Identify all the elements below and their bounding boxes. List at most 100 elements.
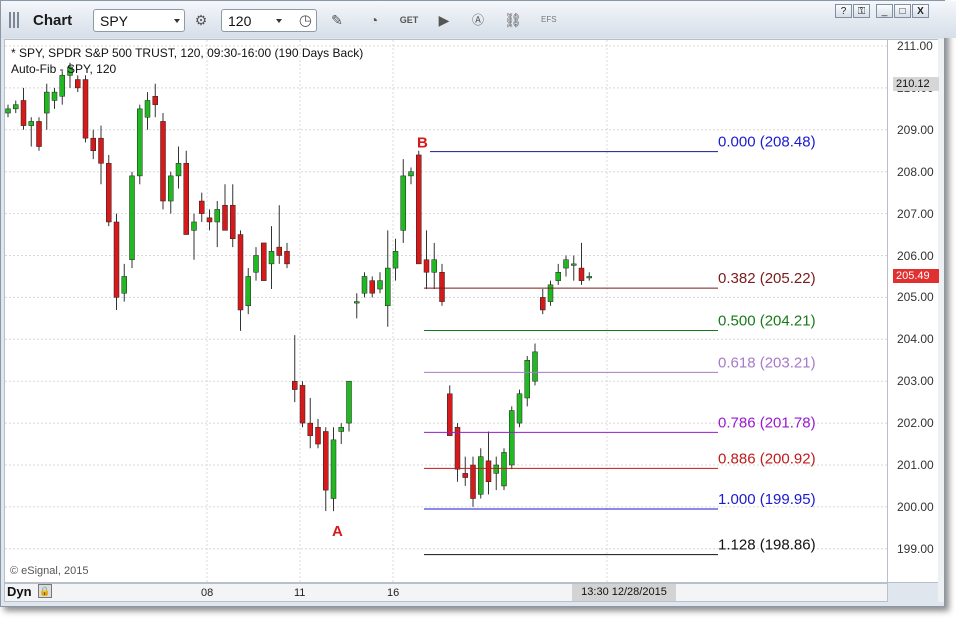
candle-body — [547, 284, 554, 302]
y-tick-label: 207.00 — [897, 206, 934, 221]
candle-body — [13, 104, 19, 110]
candle-body — [509, 410, 515, 466]
y-tick-label: 209.00 — [897, 122, 934, 137]
last-price-tag: 210.12 — [893, 77, 939, 91]
pivot-label-b: B — [417, 135, 428, 152]
candle-body — [20, 100, 27, 126]
candle-body — [563, 259, 569, 269]
candle-body — [175, 163, 182, 177]
candle-body — [516, 393, 523, 424]
candle-body — [276, 246, 282, 256]
candle-body — [478, 456, 484, 495]
candle-body — [59, 75, 65, 97]
candle-body — [578, 267, 585, 281]
candle-body — [392, 251, 399, 269]
candle-body — [36, 121, 42, 147]
y-tick-label: 201.00 — [897, 458, 934, 472]
candle-body — [129, 175, 135, 260]
candle-body — [470, 464, 476, 499]
candle-body — [191, 221, 197, 231]
candle-body — [454, 427, 461, 470]
candle-body — [261, 242, 267, 281]
fib-label: 0.382 (205.22) — [718, 270, 816, 287]
cursor-time-label: 13:30 12/28/2015 — [572, 584, 676, 601]
fib-label: 0.500 (204.21) — [718, 313, 816, 330]
candle-body — [90, 137, 96, 151]
candle-body — [160, 121, 166, 202]
candle-body — [385, 267, 391, 307]
candle-body — [338, 427, 344, 432]
fib-label: 1.128 (198.86) — [718, 537, 816, 554]
current-price-tag: 205.49 — [893, 269, 939, 283]
candle-body — [501, 452, 507, 487]
fib-label: 0.786 (201.78) — [718, 414, 816, 431]
candle-body — [75, 79, 81, 89]
chart-info-symbol: * SPY, SPDR S&P 500 TRUST, 120, 09:30-16… — [11, 46, 364, 60]
candle-body — [423, 259, 430, 273]
candle-body — [106, 163, 112, 223]
chart-info-study: Auto-Fib - SPY, 120 — [11, 62, 117, 76]
candle-body — [447, 393, 453, 436]
candle-body — [230, 204, 236, 239]
candle-body — [222, 204, 228, 231]
candle-body — [555, 272, 561, 281]
pivot-label-a: A — [332, 523, 343, 540]
candle-body — [369, 280, 375, 294]
price-chart: 0.000 (208.48) 0.382 (205.22) 0.500 (204.2… — [5, 40, 887, 582]
candle-body — [284, 251, 290, 265]
y-tick-label: 203.00 — [897, 374, 934, 389]
candle-body — [400, 175, 406, 231]
y-tick-label: 208.00 — [897, 164, 934, 179]
candle-body — [253, 255, 259, 273]
candle-body — [571, 263, 577, 266]
candle-body — [346, 380, 352, 424]
candle-body — [292, 380, 298, 390]
candle-body — [439, 272, 445, 302]
y-tick-label: 204.00 — [897, 332, 934, 347]
candle-body — [361, 276, 368, 294]
candle-body — [152, 96, 158, 105]
candle-body — [5, 108, 11, 114]
candle-body — [183, 163, 189, 235]
x-label: 08 — [201, 587, 214, 599]
candle-body — [354, 301, 360, 304]
candle-body — [199, 200, 205, 214]
lock-icon[interactable]: 🔒 — [38, 584, 52, 598]
y-tick-label: 211.00 — [897, 39, 933, 53]
candle-body — [206, 217, 213, 223]
candle-body — [330, 439, 337, 499]
candle-body — [137, 108, 143, 177]
candle-body — [237, 234, 244, 311]
candle-body — [586, 276, 592, 279]
x-label: 16 — [387, 587, 400, 599]
dyn-label[interactable]: Dyn — [7, 584, 32, 599]
y-tick-label: 200.00 — [897, 499, 934, 514]
candle-body — [299, 385, 306, 424]
candle-body — [307, 422, 313, 436]
candle-body — [214, 209, 220, 223]
candle-body — [168, 175, 174, 202]
y-tick-label: 205.00 — [897, 290, 934, 305]
candle-body — [377, 280, 383, 290]
candle-body — [51, 91, 58, 101]
candle-body — [268, 251, 275, 265]
candle-body — [493, 464, 499, 474]
y-tick-label: 202.00 — [897, 416, 934, 431]
candle-body — [462, 473, 468, 478]
candle-body — [416, 154, 422, 265]
candle-body — [82, 79, 89, 139]
x-label: 11 — [294, 587, 306, 599]
candle-body — [315, 427, 321, 445]
candle-body — [44, 91, 50, 114]
fib-label: 0.618 (203.21) — [718, 354, 816, 371]
fib-label: 0.000 (208.48) — [718, 134, 816, 151]
y-tick-label: 206.00 — [897, 248, 934, 263]
y-tick-label: 199.00 — [897, 541, 934, 556]
candle-body — [121, 276, 127, 294]
copyright-label: © eSignal, 2015 — [10, 565, 89, 577]
candle-body — [28, 121, 34, 126]
candle-body — [245, 276, 251, 307]
fib-label: 1.000 (199.95) — [718, 491, 816, 508]
candle-body — [323, 431, 329, 491]
candle-body — [524, 360, 530, 399]
